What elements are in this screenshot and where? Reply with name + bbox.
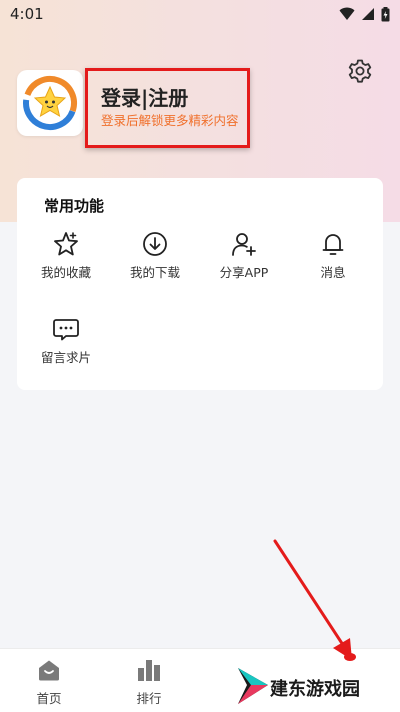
login-subtitle: 登录后解锁更多精彩内容	[101, 113, 239, 128]
function-label: 我的下载	[129, 265, 180, 280]
status-icons	[339, 6, 390, 22]
star-icon	[54, 232, 78, 256]
status-bar: 4:01	[0, 0, 400, 28]
function-request-movie[interactable]: 留言求片	[26, 315, 106, 366]
function-messages[interactable]: 消息	[293, 230, 373, 281]
function-my-favorites[interactable]: 我的收藏	[26, 230, 106, 281]
function-label: 消息	[320, 265, 346, 280]
common-functions-card: 常用功能 我的收藏 我的下载 分享APP 消息 留言求片	[17, 178, 383, 390]
tab-label: 首页	[36, 691, 62, 706]
share-user-icon	[232, 233, 256, 256]
gear-icon[interactable]	[347, 58, 373, 84]
bell-icon	[322, 234, 344, 255]
star-logo-icon	[22, 76, 77, 130]
wifi-icon	[339, 7, 355, 20]
ranking-icon	[138, 660, 160, 681]
function-my-downloads[interactable]: 我的下载	[115, 230, 195, 281]
tab-label: 排行	[136, 691, 162, 706]
function-label: 我的收藏	[40, 265, 91, 280]
battery-icon	[381, 6, 390, 21]
function-label: 留言求片	[40, 350, 91, 365]
function-label: 分享APP	[219, 265, 269, 280]
status-time: 4:01	[10, 5, 44, 23]
home-icon	[39, 660, 59, 681]
tab-home[interactable]: 首页	[19, 657, 79, 707]
avatar[interactable]	[17, 70, 83, 136]
download-icon	[143, 232, 167, 256]
watermark-text: 建东游戏园	[270, 679, 360, 700]
login-register-link[interactable]: 登录|注册	[101, 82, 188, 111]
tab-ranking[interactable]: 排行	[119, 657, 179, 707]
signal-icon	[362, 8, 374, 20]
card-title: 常用功能	[44, 197, 105, 215]
message-icon	[53, 319, 79, 341]
function-share-app[interactable]: 分享APP	[204, 230, 284, 281]
